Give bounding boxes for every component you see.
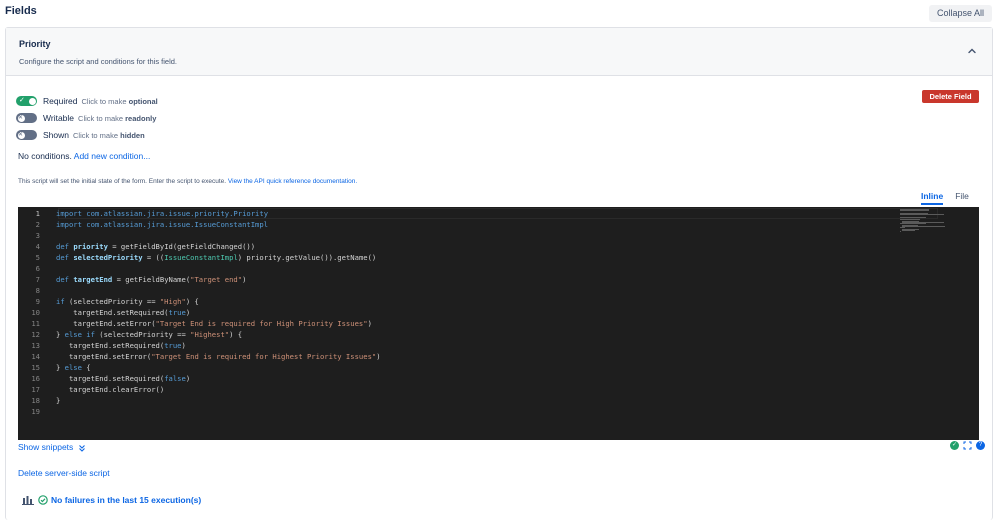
code-text: if (selectedPriority == "High") { (56, 297, 199, 306)
check-circle-icon: ✓ (950, 441, 959, 450)
add-condition-link[interactable]: Add new condition... (74, 151, 151, 161)
writable-hint: Click to make readonly (78, 113, 157, 123)
chevron-up-icon[interactable] (966, 45, 978, 57)
code-text: def selectedPriority = ((IssueConstantIm… (56, 253, 377, 262)
line-number: 17 (31, 385, 40, 394)
line-number: 10 (31, 308, 40, 317)
code-text: targetEnd.setRequired(true) (56, 308, 191, 317)
script-note: This script will set the initial state o… (18, 178, 357, 185)
code-text: } else { (56, 363, 91, 372)
show-snippets-link[interactable]: Show snippets (18, 442, 86, 452)
line-number: 14 (31, 352, 40, 361)
double-chevron-down-icon (78, 444, 85, 452)
delete-field-button[interactable]: Delete Field (922, 90, 979, 103)
help-icon[interactable]: ? (976, 441, 985, 450)
line-number: 16 (31, 374, 40, 383)
code-text: } else if (selectedPriority == "Highest"… (56, 330, 243, 339)
writable-label: Writable (43, 113, 75, 123)
conditions-text: No conditions. (18, 151, 72, 161)
code-text: targetEnd.setRequired(false) (56, 374, 191, 383)
expand-icon[interactable] (963, 441, 972, 450)
line-number: 18 (31, 396, 40, 405)
toggle-required-row: ✓ Required Click to make optional (16, 95, 158, 107)
script-note-text: This script will set the initial state o… (18, 178, 227, 185)
required-toggle[interactable]: ✓ (16, 96, 37, 106)
required-label: Required (43, 96, 78, 106)
tab-inline[interactable]: Inline (921, 191, 944, 205)
code-text: import com.atlassian.jira.issue.priority… (56, 209, 269, 218)
fields-title: Fields (5, 5, 37, 17)
line-number: 13 (31, 341, 40, 350)
required-hint: Click to make optional (81, 96, 158, 106)
check-circle-icon (38, 495, 48, 505)
show-snippets-label: Show snippets (18, 442, 74, 452)
code-text: } (56, 396, 61, 405)
execution-status[interactable]: No failures in the last 15 execution(s) (22, 495, 201, 505)
code-text: def priority = getFieldById(getFieldChan… (56, 242, 256, 251)
code-text: targetEnd.setRequired(true) (56, 341, 186, 350)
delete-server-script-link[interactable]: Delete server-side script (18, 468, 110, 478)
failures-text: No failures in the last 15 execution(s) (51, 495, 202, 505)
tab-file[interactable]: File (955, 191, 969, 205)
field-panel-header[interactable]: Priority Configure the script and condit… (6, 28, 992, 76)
code-text: targetEnd.setError("Target End is requir… (56, 352, 381, 361)
code-text: targetEnd.setError("Target End is requir… (56, 319, 372, 328)
editor-status-icons: ✓ ? (946, 441, 985, 450)
cross-icon: ✕ (18, 132, 24, 138)
toggle-writable-row: ✕ Writable Click to make readonly (16, 112, 156, 124)
line-number: 12 (31, 330, 40, 339)
line-number: 1 (35, 209, 40, 218)
line-number: 9 (35, 297, 40, 306)
script-tabs: Inline File (921, 191, 981, 205)
line-number: 11 (31, 319, 40, 328)
shown-label: Shown (43, 130, 69, 140)
code-text: import com.atlassian.jira.issue.IssueCon… (56, 220, 269, 229)
bar-chart-icon[interactable] (22, 495, 34, 505)
conditions: No conditions. Add new condition... (18, 151, 150, 161)
line-number: 15 (31, 363, 40, 372)
collapse-all-button[interactable]: Collapse All (929, 5, 992, 22)
minimap[interactable] (898, 207, 968, 237)
code-text: def targetEnd = getFieldByName("Target e… (56, 275, 247, 284)
code-editor[interactable]: 1 import com.atlassian.jira.issue.priorit… (18, 207, 979, 440)
line-number: 4 (35, 242, 40, 251)
shown-toggle[interactable]: ✕ (16, 130, 37, 140)
line-number: 5 (35, 253, 40, 262)
line-number: 8 (35, 286, 40, 295)
line-number: 2 (35, 220, 40, 229)
check-icon: ✓ (19, 97, 25, 104)
code-text: targetEnd.clearError() (56, 385, 165, 394)
api-docs-link[interactable]: View the API quick reference documentati… (228, 178, 357, 185)
field-description: Configure the script and conditions for … (19, 57, 178, 66)
line-number: 3 (35, 231, 40, 240)
cross-icon: ✕ (18, 115, 24, 121)
line-number: 6 (35, 264, 40, 273)
writable-toggle[interactable]: ✕ (16, 113, 37, 123)
line-number: 19 (31, 407, 40, 416)
field-name: Priority (19, 39, 51, 49)
line-number: 7 (35, 275, 40, 284)
toggle-shown-row: ✕ Shown Click to make hidden (16, 129, 145, 141)
shown-hint: Click to make hidden (73, 130, 145, 140)
